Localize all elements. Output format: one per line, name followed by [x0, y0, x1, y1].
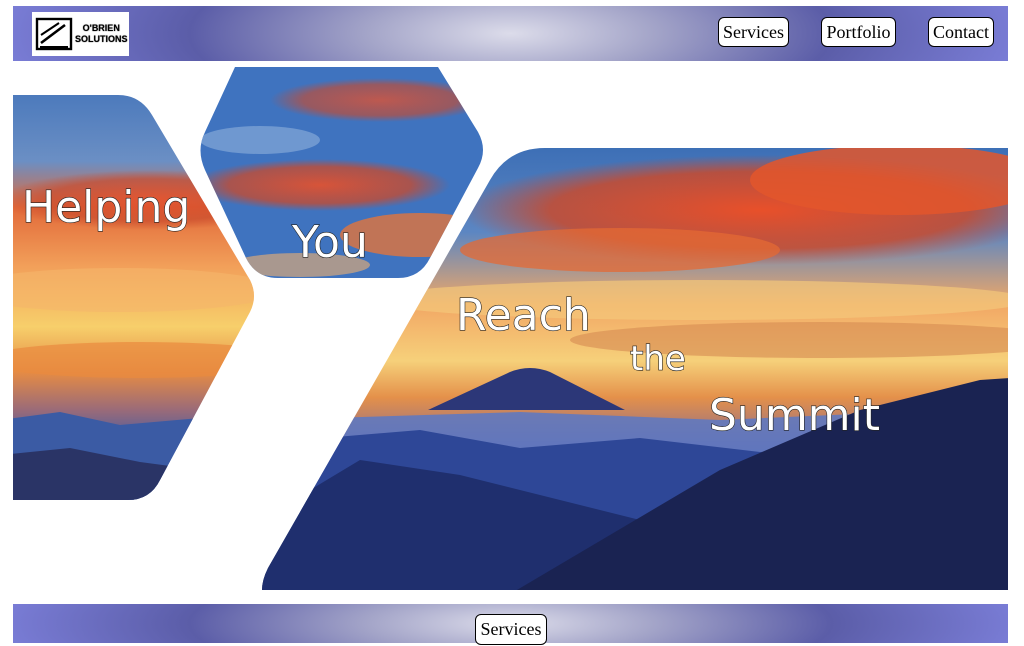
nav-contact-button[interactable]: Contact: [928, 17, 994, 47]
hero-collage: Helping You Reach the Summit: [13, 67, 1008, 590]
hero-word-you: You: [291, 217, 368, 268]
hero-word-the: the: [630, 339, 686, 379]
logo-emblem-icon: [35, 17, 73, 51]
brand-name-line2: SOLUTIONS: [75, 34, 128, 44]
nav-portfolio-button[interactable]: Portfolio: [821, 17, 896, 47]
brand-name: O'BRIEN SOLUTIONS: [75, 23, 128, 45]
hero-word-reach: Reach: [456, 290, 591, 341]
footer-bar: Services: [13, 604, 1008, 645]
footer-services-button[interactable]: Services: [475, 614, 547, 645]
header-bar: O'BRIEN SOLUTIONS Services Portfolio Con…: [13, 6, 1008, 61]
nav-services-button[interactable]: Services: [718, 17, 789, 47]
brand-logo[interactable]: O'BRIEN SOLUTIONS: [32, 12, 129, 56]
brand-name-line1: O'BRIEN: [82, 23, 120, 33]
hero-word-summit: Summit: [709, 390, 880, 441]
hero-word-helping: Helping: [22, 182, 190, 233]
